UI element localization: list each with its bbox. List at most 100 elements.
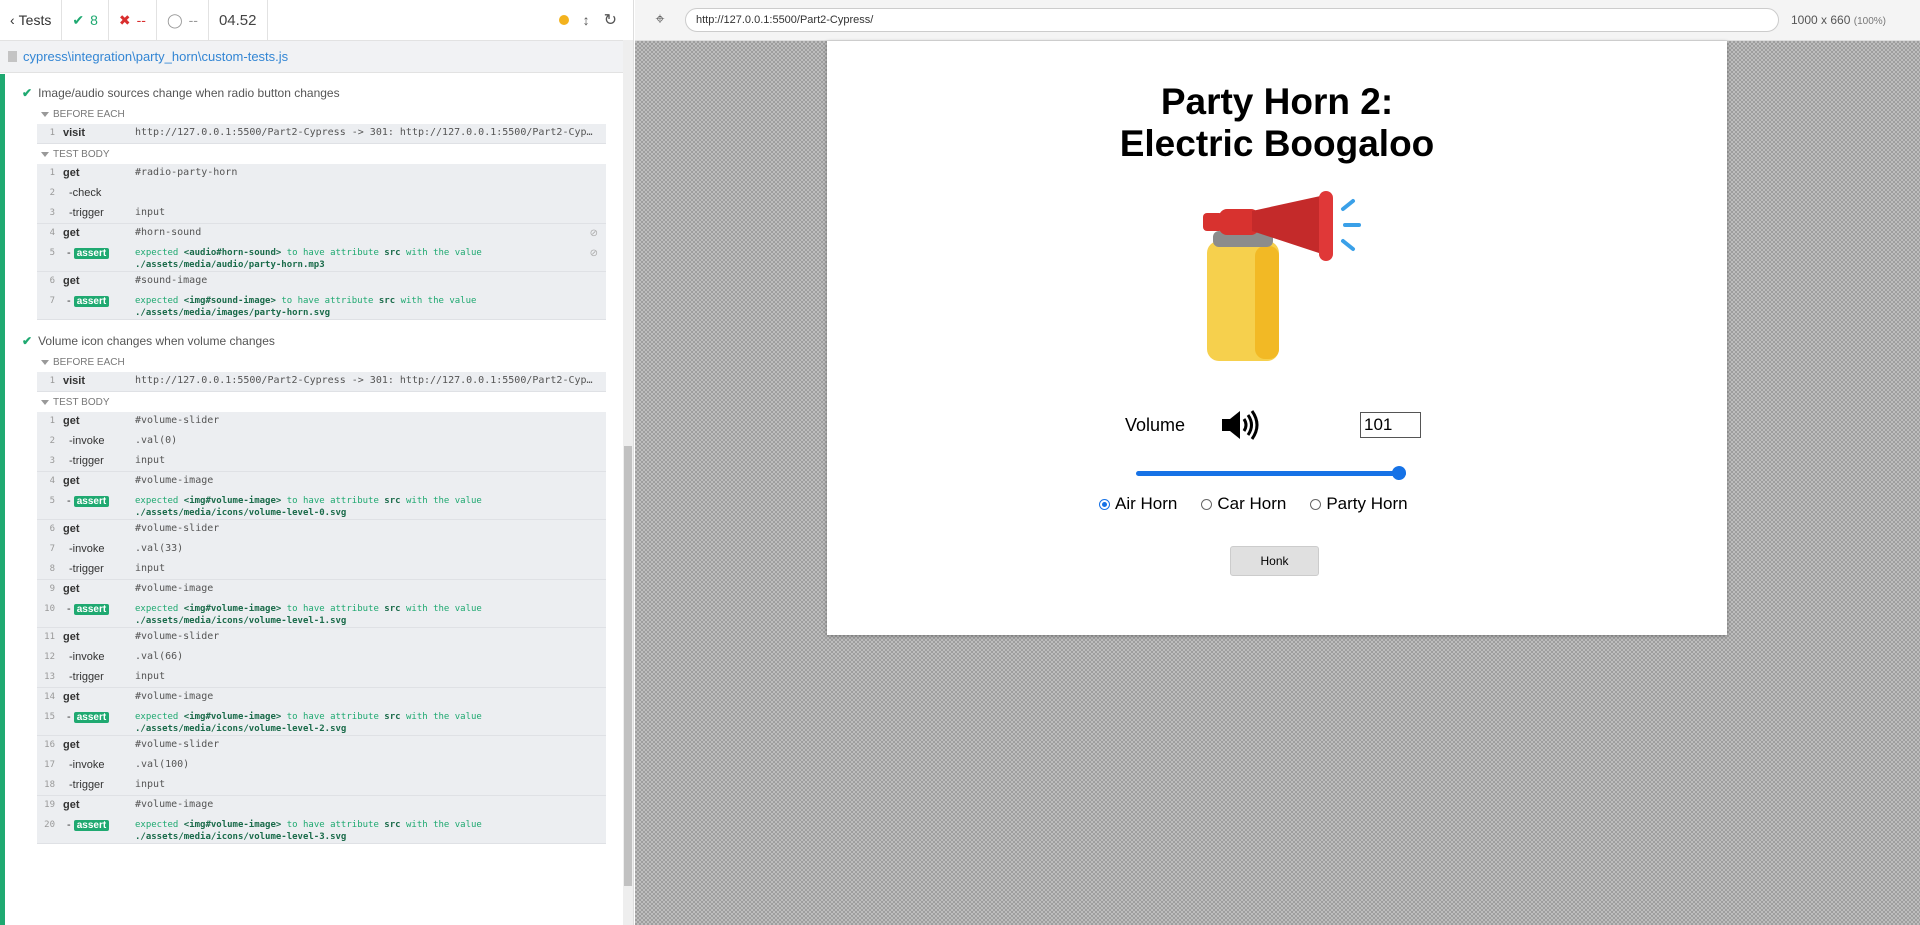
volume-slider-handle[interactable] bbox=[1392, 466, 1406, 480]
viewport-dims: 1000 x 660 bbox=[1791, 13, 1851, 27]
command-row-assert[interactable]: 15 - assert expected <img#volume-image> … bbox=[37, 708, 606, 736]
command-message: #volume-image bbox=[135, 583, 214, 594]
reporter-scrollbar[interactable] bbox=[623, 40, 633, 925]
command-row[interactable]: 3 -trigger input bbox=[37, 452, 606, 472]
command-row[interactable]: 11 get #volume-slider bbox=[37, 628, 606, 648]
radio-button[interactable] bbox=[1310, 498, 1322, 510]
command-row[interactable]: 13 -trigger input bbox=[37, 668, 606, 688]
command-list: 1 get #radio-party-horn 2 -check 3 -trig… bbox=[37, 164, 606, 320]
command-row[interactable]: 1 get #radio-party-horn bbox=[37, 164, 606, 184]
command-row-assert[interactable]: 20 - assert expected <img#volume-image> … bbox=[37, 816, 606, 844]
assert-message: expected <audio#horn-sound> to have attr… bbox=[135, 247, 606, 271]
radio-button-checked[interactable] bbox=[1099, 498, 1110, 510]
rerun-icon[interactable]: ↻ bbox=[604, 10, 617, 30]
command-row[interactable]: 16 get #volume-slider bbox=[37, 736, 606, 756]
command-name: get bbox=[63, 227, 80, 239]
command-number: 11 bbox=[44, 632, 55, 642]
hook-header[interactable]: TEST BODY bbox=[37, 392, 606, 412]
command-number: 20 bbox=[44, 820, 55, 830]
assert-value: ./assets/media/images/party-horn.svg bbox=[135, 308, 331, 318]
viewport-zoom: (100%) bbox=[1853, 16, 1886, 27]
command-row-assert[interactable]: 5 - assert expected <audio#horn-sound> t… bbox=[37, 244, 606, 272]
command-row[interactable]: 1 visit http://127.0.0.1:5500/Part2-Cypr… bbox=[37, 372, 606, 392]
assert-mid: to have attribute bbox=[286, 712, 379, 722]
command-row-assert[interactable]: 7 - assert expected <img#sound-image> to… bbox=[37, 292, 606, 320]
test-title[interactable]: ✔ Volume icon changes when volume changes bbox=[14, 330, 623, 352]
command-row[interactable]: 2 -invoke .val(0) bbox=[37, 432, 606, 452]
command-row[interactable]: 19 get #volume-image bbox=[37, 796, 606, 816]
test-title[interactable]: ✔ Image/audio sources change when radio b… bbox=[14, 82, 623, 104]
assert-mid: to have attribute bbox=[286, 604, 379, 614]
back-to-tests-button[interactable]: ‹ Tests bbox=[0, 0, 63, 41]
command-row[interactable]: 7 -invoke .val(33) bbox=[37, 540, 606, 560]
hook-before-each: BEFORE EACH 1 visit http://127.0.0.1:550… bbox=[37, 104, 606, 144]
command-number: 9 bbox=[49, 584, 55, 594]
assert-subject: <img#volume-image> bbox=[183, 496, 282, 506]
command-row[interactable]: 1 get #volume-slider bbox=[37, 412, 606, 432]
assert-badge: assert bbox=[73, 604, 110, 615]
command-row[interactable]: 4 get #volume-image bbox=[37, 472, 606, 492]
command-row-assert[interactable]: 10 - assert expected <img#volume-image> … bbox=[37, 600, 606, 628]
command-row[interactable]: 12 -invoke .val(66) bbox=[37, 648, 606, 668]
preview-url-bar: ⌖ http://127.0.0.1:5500/Part2-Cypress/ 1… bbox=[635, 0, 1920, 41]
test-title-text: Volume icon changes when volume changes bbox=[38, 334, 275, 348]
scrollbar-thumb[interactable] bbox=[624, 446, 632, 886]
command-row[interactable]: 4 get #horn-sound ⊘ bbox=[37, 224, 606, 244]
command-number: 12 bbox=[44, 652, 55, 662]
command-message: #volume-image bbox=[135, 799, 214, 810]
hook-header[interactable]: BEFORE EACH bbox=[37, 352, 606, 372]
command-number: 2 bbox=[49, 436, 55, 446]
tests-list[interactable]: ✔ Image/audio sources change when radio b… bbox=[0, 74, 623, 925]
passed-count[interactable]: ✔ 8 bbox=[62, 0, 109, 41]
command-row[interactable]: 6 get #volume-slider bbox=[37, 520, 606, 540]
failed-count[interactable]: ✖ -- bbox=[109, 0, 157, 41]
command-row-assert[interactable]: 5 - assert expected <img#volume-image> t… bbox=[37, 492, 606, 520]
volume-level-3-icon bbox=[1222, 410, 1259, 440]
hook-header[interactable]: TEST BODY bbox=[37, 144, 606, 164]
radio-air-horn[interactable]: Air Horn bbox=[1099, 494, 1177, 514]
command-name: -invoke bbox=[69, 543, 105, 555]
command-message: #radio-party-horn bbox=[135, 167, 238, 178]
test-item[interactable]: ✔ Volume icon changes when volume changes… bbox=[14, 330, 623, 844]
url-field[interactable]: http://127.0.0.1:5500/Part2-Cypress/ bbox=[685, 8, 1779, 32]
command-row[interactable]: 3 -trigger input bbox=[37, 204, 606, 224]
radio-button[interactable] bbox=[1201, 498, 1213, 510]
hook-header[interactable]: BEFORE EACH bbox=[37, 104, 606, 124]
test-item[interactable]: ✔ Image/audio sources change when radio b… bbox=[14, 82, 623, 320]
assert-attr: src bbox=[384, 604, 401, 614]
resize-icon[interactable]: ↕ bbox=[583, 12, 590, 28]
command-row[interactable]: 18 -trigger input bbox=[37, 776, 606, 796]
eye-slash-icon[interactable]: ⊘ bbox=[590, 248, 598, 259]
command-message: #volume-slider bbox=[135, 523, 220, 534]
radio-car-horn[interactable]: Car Horn bbox=[1201, 494, 1286, 514]
assert-tail: with the value bbox=[405, 496, 482, 506]
command-number: 16 bbox=[44, 740, 55, 750]
command-name: - assert bbox=[63, 247, 135, 259]
volume-number-input[interactable]: 101 bbox=[1360, 412, 1421, 438]
command-name: - assert bbox=[63, 711, 135, 723]
radio-party-horn[interactable]: Party Horn bbox=[1310, 494, 1408, 514]
command-message: #sound-image bbox=[135, 275, 208, 286]
command-row[interactable]: 9 get #volume-image bbox=[37, 580, 606, 600]
command-row[interactable]: 17 -invoke .val(100) bbox=[37, 756, 606, 776]
command-number: 5 bbox=[49, 496, 55, 506]
command-row[interactable]: 1 visit http://127.0.0.1:5500/Part2-Cypr… bbox=[37, 124, 606, 144]
assert-attr: src bbox=[384, 820, 401, 830]
spec-file-link[interactable]: cypress\integration\party_horn\custom-te… bbox=[23, 49, 288, 64]
command-number: 10 bbox=[44, 604, 55, 614]
command-row[interactable]: 14 get #volume-image bbox=[37, 688, 606, 708]
honk-button[interactable]: Honk bbox=[1230, 546, 1319, 576]
command-name: -check bbox=[69, 187, 102, 199]
selector-playground-icon[interactable]: ⌖ bbox=[635, 11, 685, 29]
pending-count[interactable]: ◯ -- bbox=[157, 0, 209, 41]
command-row[interactable]: 6 get #sound-image bbox=[37, 272, 606, 292]
command-message: input bbox=[135, 455, 166, 466]
command-number: 6 bbox=[49, 276, 55, 286]
command-row[interactable]: 8 -trigger input bbox=[37, 560, 606, 580]
eye-slash-icon[interactable]: ⊘ bbox=[590, 228, 598, 239]
command-row[interactable]: 2 -check bbox=[37, 184, 606, 204]
command-number: 1 bbox=[49, 168, 55, 178]
command-name: -trigger bbox=[69, 671, 104, 683]
volume-slider[interactable] bbox=[1136, 465, 1406, 481]
command-number: 4 bbox=[49, 476, 55, 486]
